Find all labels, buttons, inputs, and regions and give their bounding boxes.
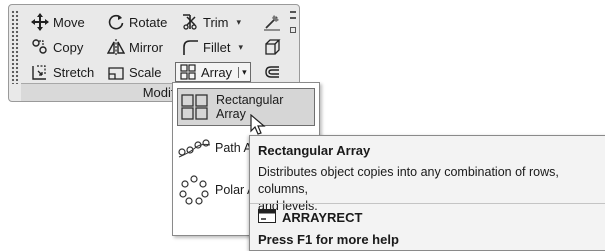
erase-icon bbox=[263, 13, 281, 31]
panel-grip[interactable] bbox=[11, 10, 19, 84]
path-array-icon bbox=[177, 133, 211, 163]
scale-label: Scale bbox=[129, 64, 162, 80]
tooltip-title: Rectangular Array bbox=[258, 143, 371, 158]
move-button[interactable]: Move bbox=[31, 12, 85, 32]
trim-button[interactable]: Trim ▾ bbox=[181, 12, 241, 32]
erase-button[interactable] bbox=[263, 12, 281, 32]
menu-item-rectangular-array[interactable]: Rectangular Array bbox=[177, 88, 315, 126]
mirror-icon bbox=[107, 38, 125, 56]
offset-icon bbox=[263, 63, 281, 81]
copy-button[interactable]: Copy bbox=[31, 37, 83, 57]
fillet-label: Fillet bbox=[203, 39, 231, 55]
rectangular-array-icon bbox=[178, 92, 212, 122]
stretch-button[interactable]: Stretch bbox=[31, 62, 94, 82]
stretch-icon bbox=[31, 63, 49, 81]
rectangular-array-tooltip: Rectangular Array Distributes object cop… bbox=[249, 135, 605, 251]
copy-icon bbox=[31, 38, 49, 56]
tooltip-command: ARRAYRECT bbox=[258, 209, 362, 226]
trim-dropdown-icon[interactable]: ▾ bbox=[237, 17, 242, 28]
cursor-icon bbox=[250, 114, 266, 135]
trim-icon bbox=[181, 13, 199, 31]
fillet-dropdown-icon[interactable]: ▾ bbox=[238, 42, 243, 53]
rotate-label: Rotate bbox=[129, 14, 168, 30]
array-dropdown-icon[interactable]: ▾ bbox=[238, 66, 247, 78]
command-line-icon bbox=[258, 209, 276, 226]
array-label: Array bbox=[201, 64, 233, 80]
mirror-button[interactable]: Mirror bbox=[107, 37, 163, 57]
scale-button[interactable]: Scale bbox=[107, 62, 162, 82]
scale-icon bbox=[107, 63, 125, 81]
trim-label: Trim bbox=[203, 14, 229, 30]
explode-icon bbox=[263, 38, 281, 56]
fillet-icon bbox=[181, 38, 199, 56]
mirror-label: Mirror bbox=[129, 39, 163, 55]
fillet-button[interactable]: Fillet ▾ bbox=[181, 37, 243, 57]
move-icon bbox=[31, 13, 49, 31]
polar-array-icon bbox=[177, 175, 211, 205]
stretch-label: Stretch bbox=[53, 64, 95, 80]
tooltip-description: Distributes object copies into any combi… bbox=[258, 165, 559, 213]
move-label: Move bbox=[53, 14, 85, 30]
menu-item-label: Path A bbox=[215, 141, 252, 155]
rotate-button[interactable]: Rotate bbox=[107, 12, 167, 32]
copy-label: Copy bbox=[53, 39, 84, 55]
rotate-icon bbox=[107, 13, 125, 31]
explode-button[interactable] bbox=[263, 37, 281, 57]
offset-button[interactable] bbox=[263, 62, 281, 82]
command-name: ARRAYRECT bbox=[282, 210, 363, 225]
panel-options-icon[interactable] bbox=[289, 11, 297, 41]
tooltip-help: Press F1 for more help bbox=[258, 232, 399, 247]
tooltip-divider bbox=[250, 203, 605, 204]
array-icon bbox=[179, 63, 197, 81]
array-button[interactable]: Array ▾ bbox=[175, 62, 251, 82]
